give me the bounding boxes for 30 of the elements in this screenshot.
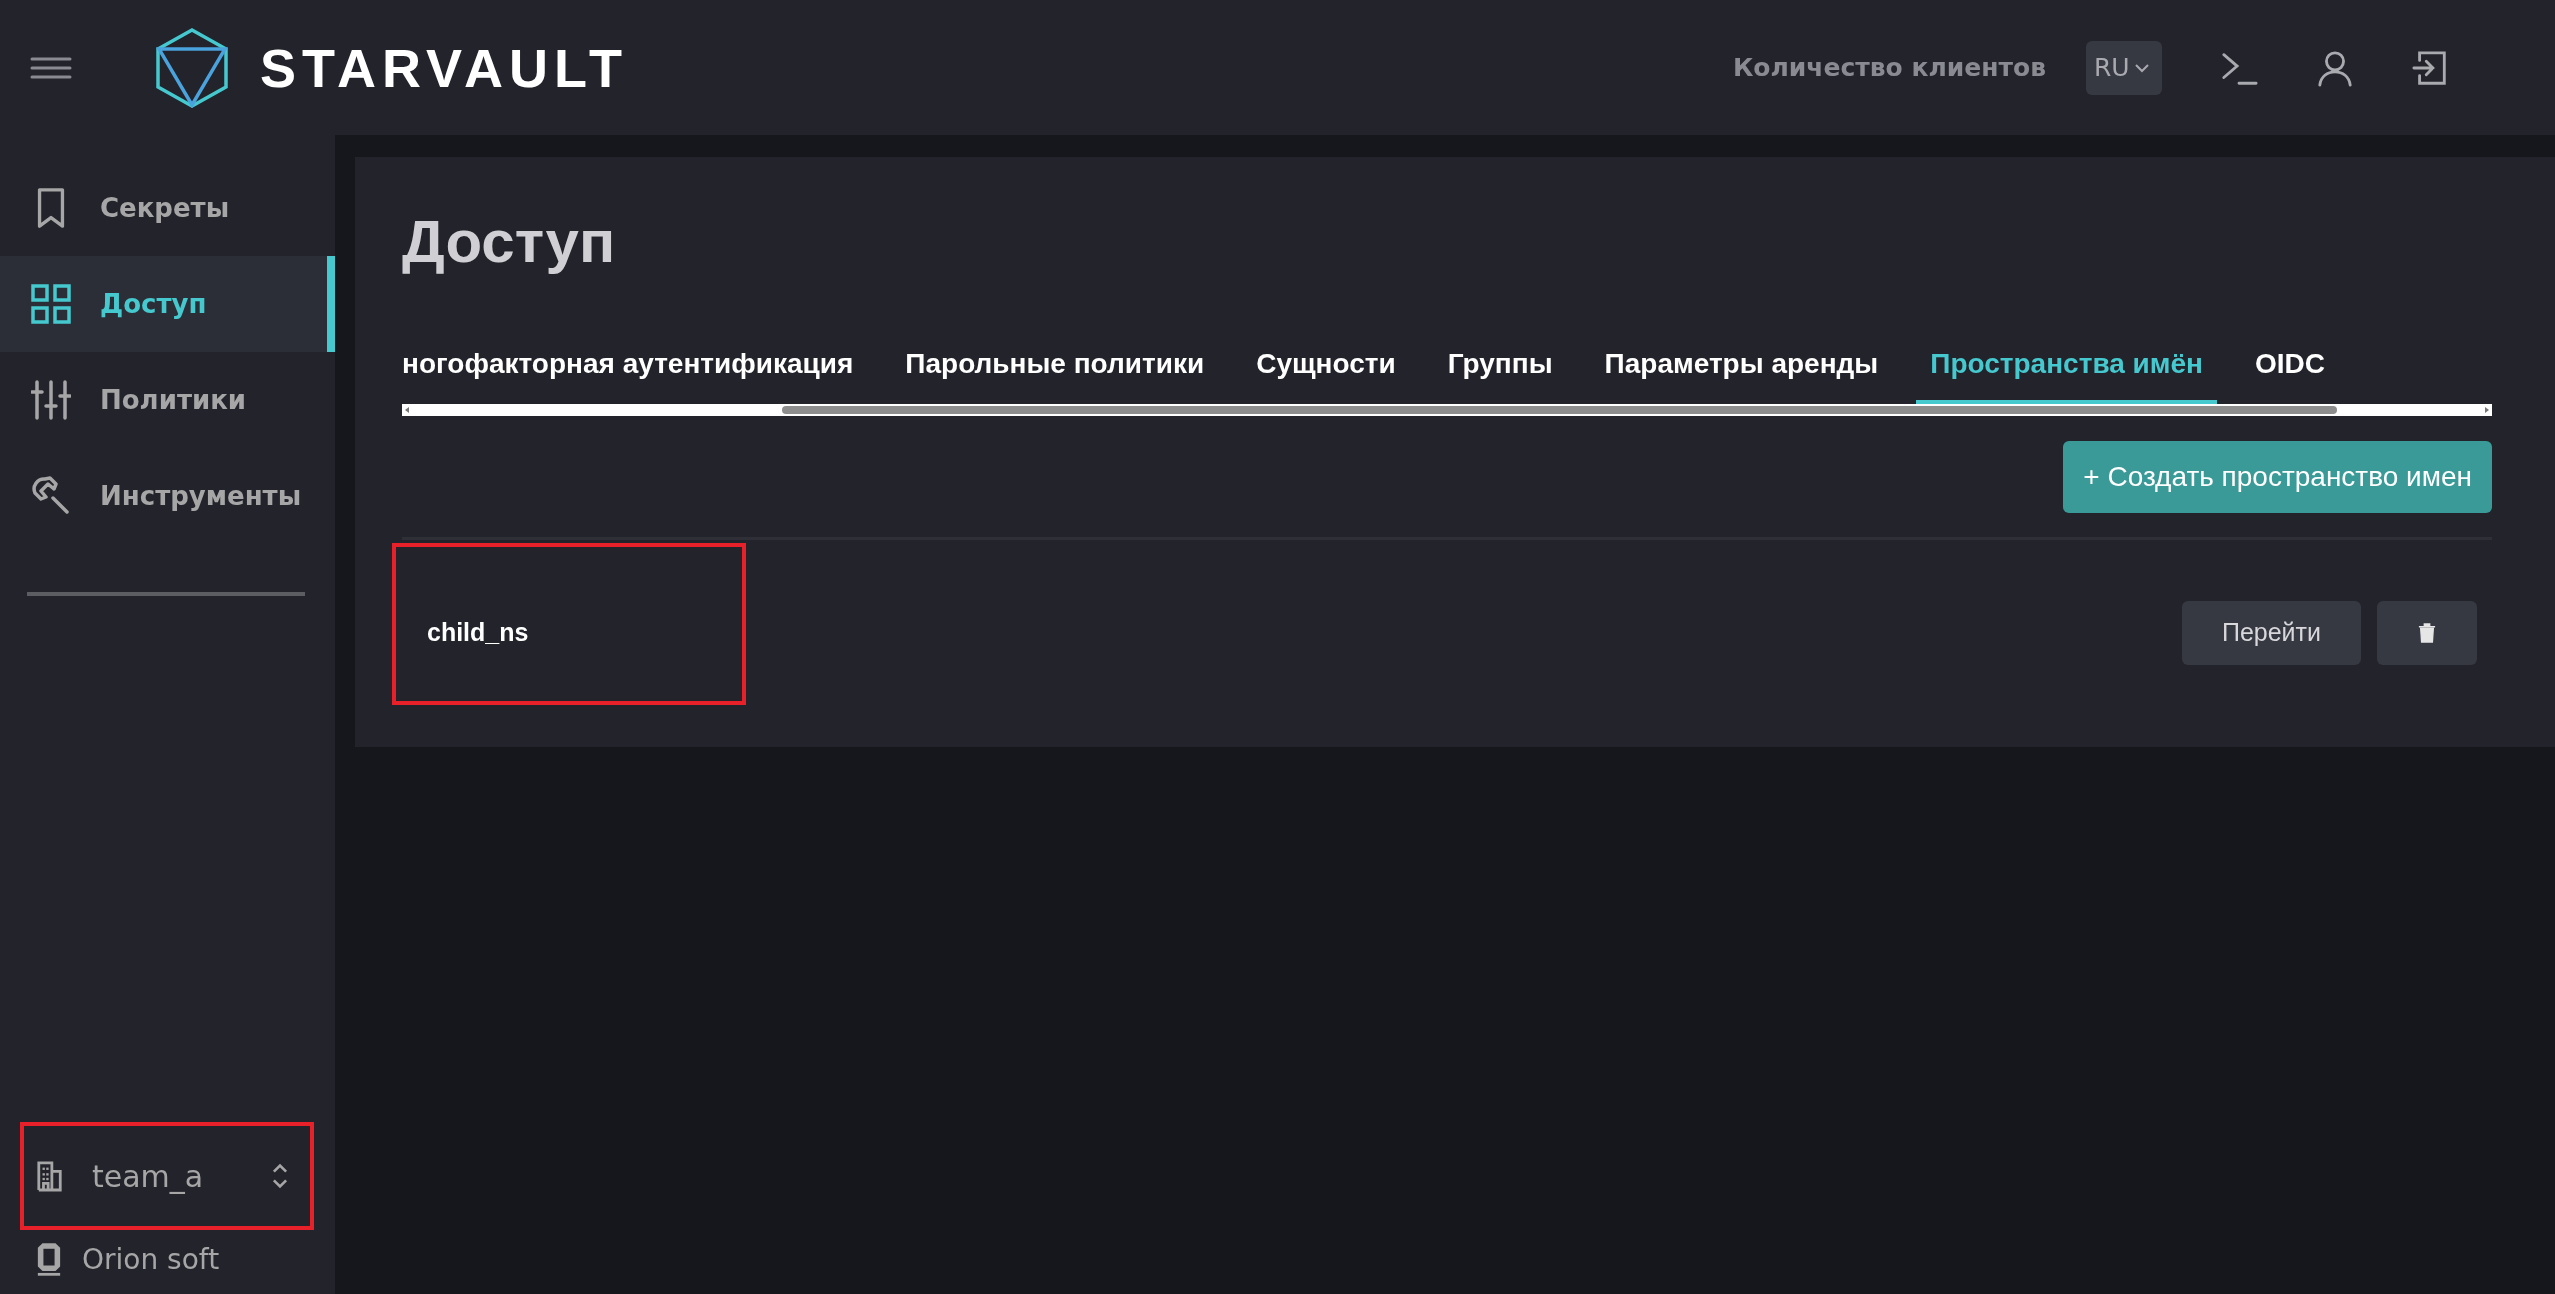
tab[interactable]: Параметры аренды xyxy=(1590,336,1893,404)
tab[interactable]: Группы xyxy=(1433,336,1567,404)
sliders-icon xyxy=(31,379,71,421)
tab[interactable]: OIDC xyxy=(2241,336,2339,404)
tab[interactable]: Сущности xyxy=(1242,336,1410,404)
chevron-up-down-icon xyxy=(271,1162,289,1190)
caret-icon xyxy=(2133,62,2150,73)
grid-icon xyxy=(31,283,71,325)
sidebar-item[interactable]: Инструменты xyxy=(0,448,335,544)
sidebar-item[interactable]: Доступ xyxy=(0,256,335,352)
hexagon-logo-icon xyxy=(156,27,228,108)
namespace-name[interactable]: child_ns xyxy=(427,618,529,647)
tab[interactable]: Парольные политики xyxy=(891,336,1219,404)
trash-icon xyxy=(2418,622,2436,643)
horizontal-scrollbar[interactable] xyxy=(402,404,2492,416)
clients-count-link[interactable]: Количество клиентов xyxy=(1732,53,2046,82)
language-select[interactable]: RU xyxy=(2086,40,2162,95)
wrench-icon xyxy=(31,475,71,517)
building-icon xyxy=(36,1160,64,1192)
company-name: Orion soft xyxy=(82,1242,220,1276)
delete-button[interactable] xyxy=(2377,600,2477,665)
page-title: Доступ xyxy=(402,207,617,276)
open-button[interactable]: Перейти xyxy=(2181,600,2361,665)
tab[interactable]: ногофакторная аутентификация xyxy=(402,336,868,404)
brand-name: STARVAULT xyxy=(260,36,628,99)
menu-icon[interactable] xyxy=(30,55,72,80)
organization-switcher[interactable]: team_a xyxy=(20,1126,315,1226)
company-logo-icon xyxy=(36,1241,62,1277)
sidebar-item[interactable]: Политики xyxy=(0,352,335,448)
sidebar-item[interactable]: Секреты xyxy=(0,160,335,256)
